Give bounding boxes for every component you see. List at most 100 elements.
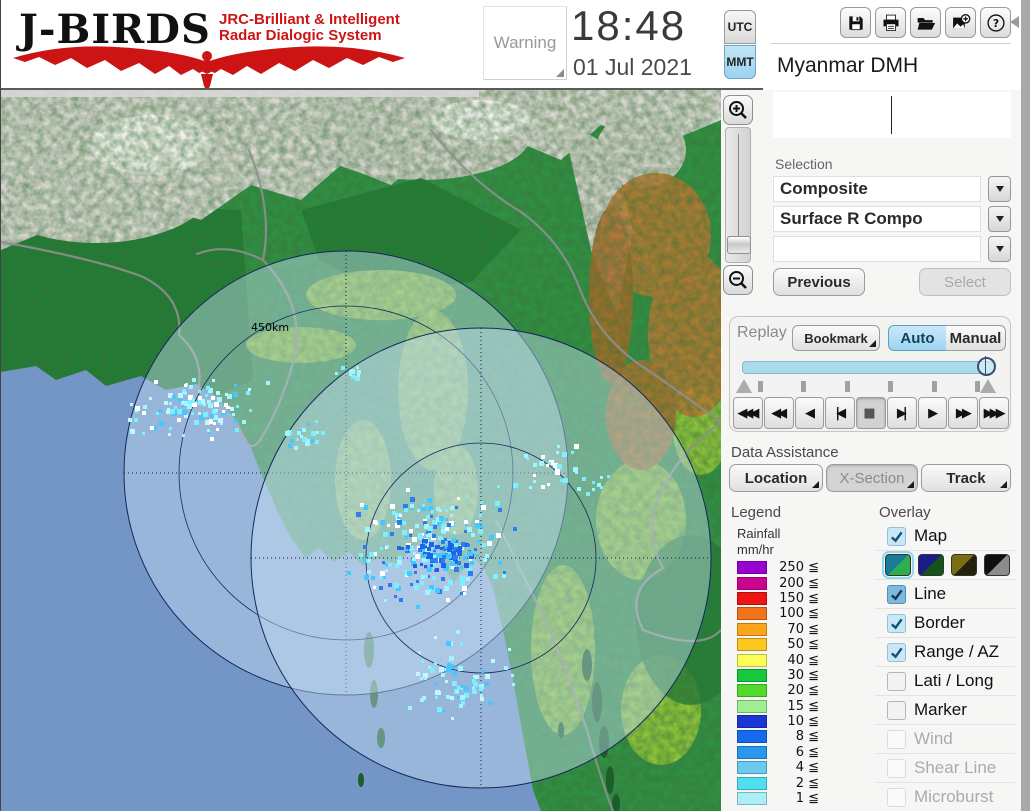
legend-color-swatch <box>737 669 767 682</box>
legend-threshold: 20 ≦ <box>767 683 819 698</box>
checkbox[interactable] <box>887 672 906 691</box>
select-button[interactable]: Select <box>919 268 1011 296</box>
legend-color-swatch <box>737 638 767 651</box>
previous-button[interactable]: Previous <box>773 268 865 296</box>
panel-collapse-arrow-icon[interactable] <box>1010 16 1019 28</box>
slider-tick <box>975 381 980 392</box>
legend-threshold: 1 ≦ <box>767 791 819 806</box>
replay-slider-track[interactable] <box>742 361 994 374</box>
map-style-swatch[interactable] <box>951 554 977 576</box>
overlay-list: Map LineBorderRange / AZLati / Long Marker… <box>875 522 1015 811</box>
range-label: 450km <box>251 321 289 334</box>
legend-color-swatch <box>737 654 767 667</box>
overlay-item-label: Map <box>914 526 947 546</box>
legend-threshold: 30 ≦ <box>767 668 819 683</box>
site-row[interactable]: Myanmar DMH <box>771 45 1011 87</box>
overlay-item-map[interactable]: Map <box>875 522 1015 551</box>
rewind-button[interactable]: ◀◀ <box>764 397 794 429</box>
legend-threshold: 250 ≦ <box>767 560 819 575</box>
composite-dropdown-button[interactable] <box>988 176 1011 202</box>
legend-threshold: 70 ≦ <box>767 622 819 637</box>
option-dropdown-button[interactable] <box>988 236 1011 262</box>
legend-row: 70 ≦ <box>737 622 819 637</box>
checkbox[interactable] <box>887 614 906 633</box>
play-button[interactable]: ▶ <box>918 397 948 429</box>
map-style-swatch[interactable] <box>918 554 944 576</box>
forward-fast-button[interactable]: ▶▶▶ <box>979 397 1009 429</box>
legend-threshold: 8 ≦ <box>767 729 819 744</box>
step-forward-button[interactable]: ▶| <box>887 397 917 429</box>
checkbox[interactable] <box>887 585 906 604</box>
playback-controls: ◀◀◀◀◀◀|◀■▶|▶▶▶▶▶▶ <box>733 397 1009 429</box>
track-button[interactable]: Track <box>921 464 1011 492</box>
legend-threshold: 100 ≦ <box>767 606 819 621</box>
flyout-corner-icon <box>907 481 914 488</box>
product-dropdown-value[interactable]: Surface R Compo <box>773 206 981 232</box>
overlay-item-range-az[interactable]: Range / AZ <box>875 638 1015 667</box>
map-style-swatch[interactable] <box>984 554 1010 576</box>
option-dropdown-value[interactable] <box>773 236 981 262</box>
corner-grip-icon <box>556 69 564 77</box>
panel-edge-strip[interactable] <box>1021 0 1030 811</box>
overlay-item-marker[interactable]: Marker <box>875 696 1015 725</box>
slider-tick <box>888 381 893 392</box>
legend-threshold: 40 ≦ <box>767 653 819 668</box>
legend-row: 30 ≦ <box>737 668 819 683</box>
data-assistance-label: Data Assistance <box>731 444 839 461</box>
legend-color-swatch <box>737 761 767 774</box>
flyout-corner-icon <box>812 481 819 488</box>
legend-color-swatch <box>737 730 767 743</box>
overlay-item-line[interactable]: Line <box>875 580 1015 609</box>
legend-color-swatch <box>737 561 767 574</box>
warning-selector[interactable]: Warning <box>483 6 567 80</box>
legend-row: 1 ≦ <box>737 791 819 806</box>
step-back-button[interactable]: |◀ <box>825 397 855 429</box>
legend-threshold: 6 ≦ <box>767 745 819 760</box>
legend-row: 10 ≦ <box>737 714 819 729</box>
overlay-item-shear-line: Shear Line <box>875 754 1015 783</box>
overlay-item-lati-long[interactable]: Lati / Long <box>875 667 1015 696</box>
legend-title: Rainfall mm/hr <box>737 526 780 558</box>
legend-row: 20 ≦ <box>737 683 819 698</box>
selection-label: Selection <box>775 156 833 172</box>
stop-button[interactable]: ■ <box>856 397 886 429</box>
bookmark-button[interactable]: Bookmark <box>792 325 880 351</box>
checkbox[interactable] <box>887 643 906 662</box>
legend-threshold: 10 ≦ <box>767 714 819 729</box>
warning-label: Warning <box>494 33 557 53</box>
composite-dropdown-value[interactable]: Composite <box>773 176 981 202</box>
rewind-fast-button[interactable]: ◀◀◀ <box>733 397 763 429</box>
legend-row: 250 ≦ <box>737 560 819 575</box>
replay-slider-handle[interactable] <box>977 357 996 376</box>
auto-button[interactable]: Auto <box>888 325 947 351</box>
legend-color-swatch <box>737 777 767 790</box>
checkbox[interactable] <box>887 701 906 720</box>
xsection-button[interactable]: X-Section <box>826 464 918 492</box>
product-dropdown-button[interactable] <box>988 206 1011 232</box>
slider-tick <box>758 381 763 392</box>
logo-subtitle: JRC-Brilliant & Intelligent Radar Dialog… <box>219 12 400 44</box>
location-button[interactable]: Location <box>729 464 823 492</box>
clock-date: 01 Jul 2021 <box>573 54 733 81</box>
play-backward-button[interactable]: ◀ <box>795 397 825 429</box>
range-end-marker[interactable] <box>980 379 996 393</box>
radar-map[interactable]: 450km <box>1 90 721 811</box>
legend-row: 6 ≦ <box>737 745 819 760</box>
site-input[interactable] <box>773 92 1011 138</box>
range-start-marker[interactable] <box>736 379 752 393</box>
jbirds-logo: J-BIRDS JRC-Brilliant & Intelligent Rada… <box>11 4 411 88</box>
check-icon <box>889 645 904 660</box>
slider-tick <box>932 381 937 392</box>
legend-threshold: 2 ≦ <box>767 776 819 791</box>
map-style-swatch[interactable] <box>885 554 911 576</box>
overlay-item-border[interactable]: Border <box>875 609 1015 638</box>
overlay-item-label: Marker <box>914 700 967 720</box>
check-icon <box>889 587 904 602</box>
forward-button[interactable]: ▶▶ <box>948 397 978 429</box>
manual-button[interactable]: Manual <box>946 325 1006 351</box>
overlay-label: Overlay <box>879 504 931 521</box>
legend-threshold: 200 ≦ <box>767 576 819 591</box>
legend-color-swatch <box>737 592 767 605</box>
legend-row: 200 ≦ <box>737 575 819 590</box>
checkbox[interactable] <box>887 527 906 546</box>
